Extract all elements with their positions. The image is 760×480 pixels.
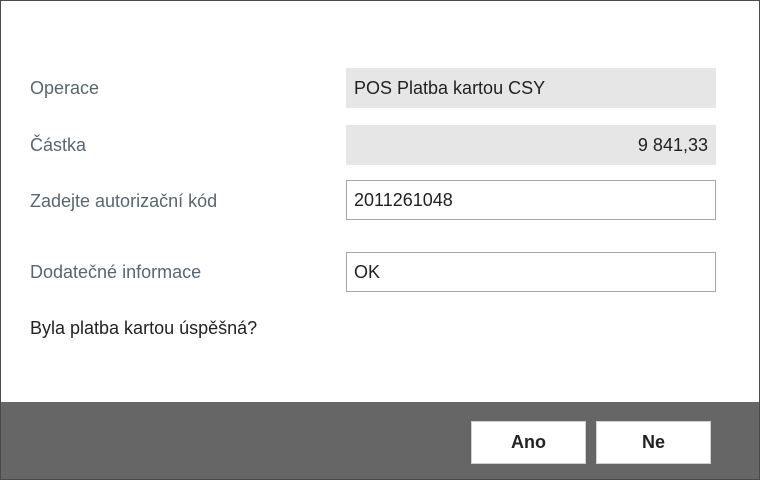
yes-button[interactable]: Ano <box>471 421 586 464</box>
no-button[interactable]: Ne <box>596 421 711 464</box>
additional-info-input[interactable] <box>346 252 716 292</box>
payment-confirmation-dialog: Operace POS Platba kartou CSY Částka 9 8… <box>0 0 760 480</box>
auth-code-label: Zadejte autorizační kód <box>30 191 218 211</box>
operation-label: Operace <box>30 78 100 98</box>
auth-code-input[interactable] <box>346 180 716 220</box>
amount-label: Částka <box>30 135 87 155</box>
dialog-footer: Ano Ne <box>1 402 759 479</box>
operation-value: POS Platba kartou CSY <box>346 68 716 108</box>
amount-value: 9 841,33 <box>346 125 716 165</box>
payment-success-question: Byla platba kartou úspěšná? <box>30 318 258 338</box>
additional-info-label: Dodatečné informace <box>30 262 202 282</box>
